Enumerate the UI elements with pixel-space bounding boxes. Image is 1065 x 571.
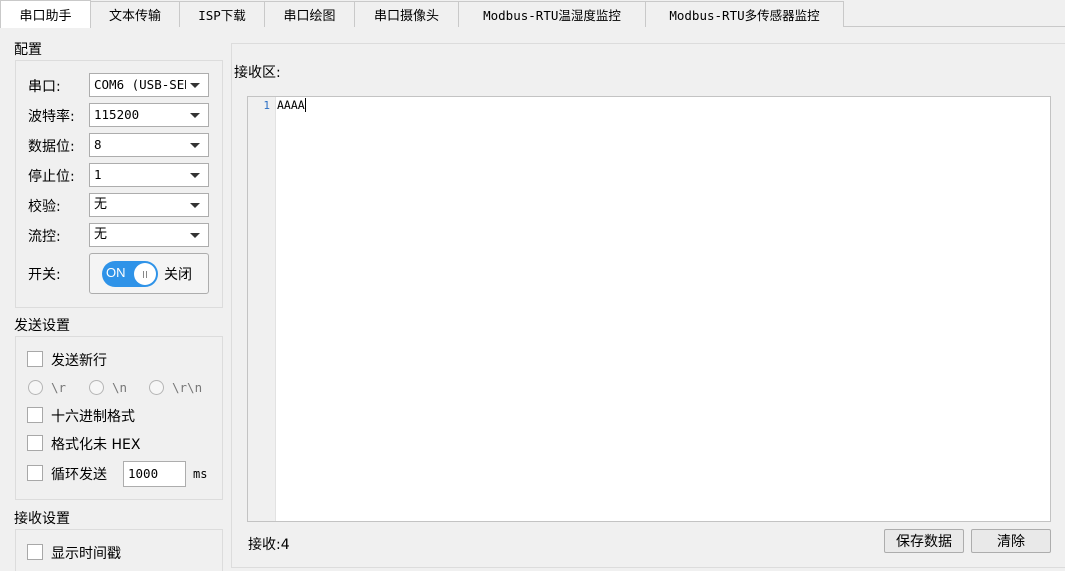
line-number-gutter: 1 xyxy=(248,97,276,521)
parity-value: 无 xyxy=(94,197,108,212)
config-title: 配置 xyxy=(14,42,42,58)
receive-count: 接收:4 xyxy=(248,537,290,553)
timestamp-checkbox[interactable] xyxy=(27,544,43,560)
stopbits-value: 1 xyxy=(94,167,102,182)
switch-label: 开关: xyxy=(28,267,61,283)
loop-send-checkbox[interactable] xyxy=(27,465,43,481)
format-hex-checkbox[interactable] xyxy=(27,435,43,451)
switch-off-text: 关闭 xyxy=(164,267,192,283)
hex-send-checkbox[interactable] xyxy=(27,407,43,423)
serial-toggle-button[interactable]: ON 关闭 xyxy=(89,253,209,294)
tab-modbus-multi-sensor[interactable]: Modbus-RTU多传感器监控 xyxy=(645,1,844,27)
format-hex-label[interactable]: 格式化未 HEX xyxy=(51,434,140,454)
tab-bar: 串口助手 文本传输 ISP下载 串口绘图 串口摄像头 Modbus-RTU温湿度… xyxy=(0,0,1065,28)
databits-select[interactable]: 8 xyxy=(89,133,209,157)
chevron-down-icon xyxy=(190,113,200,118)
send-newline-checkbox[interactable] xyxy=(27,351,43,367)
hex-send-label[interactable]: 十六进制格式 xyxy=(51,406,135,426)
radio-crlf[interactable] xyxy=(149,380,164,395)
chevron-down-icon xyxy=(190,203,200,208)
loop-unit-label: ms xyxy=(193,467,208,481)
toggle-switch[interactable]: ON xyxy=(102,261,158,287)
parity-label: 校验: xyxy=(28,199,61,215)
text-caret xyxy=(304,98,306,112)
tab-text-transfer[interactable]: 文本传输 xyxy=(90,1,180,27)
stopbits-label: 停止位: xyxy=(28,169,75,185)
tab-serial-assistant[interactable]: 串口助手 xyxy=(0,0,91,28)
clear-button[interactable]: 清除 xyxy=(971,529,1051,553)
switch-on-text: ON xyxy=(106,265,126,280)
baud-value: 115200 xyxy=(94,107,140,122)
port-value: COM6 (USB-SERIAL CH340) xyxy=(94,77,186,92)
flow-label: 流控: xyxy=(28,229,61,245)
send-settings-title: 发送设置 xyxy=(14,318,70,334)
send-newline-label[interactable]: 发送新行 xyxy=(51,350,107,370)
tab-modbus-temp-humidity[interactable]: Modbus-RTU温湿度监控 xyxy=(458,1,646,27)
receive-title: 接收区: xyxy=(234,65,281,81)
port-select[interactable]: COM6 (USB-SERIAL CH340) xyxy=(89,73,209,97)
databits-value: 8 xyxy=(94,137,102,152)
timestamp-label[interactable]: 显示时间戳 xyxy=(51,543,121,563)
flow-select[interactable]: 无 xyxy=(89,223,209,247)
radio-lf-label[interactable]: \n xyxy=(112,380,127,395)
loop-interval-input[interactable]: 1000 xyxy=(123,461,186,487)
radio-lf[interactable] xyxy=(89,380,104,395)
tab-isp-download[interactable]: ISP下载 xyxy=(179,1,265,27)
parity-select[interactable]: 无 xyxy=(89,193,209,217)
save-data-button[interactable]: 保存数据 xyxy=(884,529,964,553)
chevron-down-icon xyxy=(190,143,200,148)
chevron-down-icon xyxy=(190,83,200,88)
baud-label: 波特率: xyxy=(28,109,75,125)
receive-content: AAAA xyxy=(277,98,305,112)
radio-crlf-label[interactable]: \r\n xyxy=(172,380,202,395)
line-number: 1 xyxy=(263,99,270,112)
radio-cr-label[interactable]: \r xyxy=(51,380,66,395)
baud-select[interactable]: 115200 xyxy=(89,103,209,127)
tab-serial-camera[interactable]: 串口摄像头 xyxy=(354,1,459,27)
port-label: 串口: xyxy=(28,79,61,95)
tab-serial-plot[interactable]: 串口绘图 xyxy=(264,1,355,27)
databits-label: 数据位: xyxy=(28,139,75,155)
loop-send-label[interactable]: 循环发送 xyxy=(51,464,107,484)
radio-cr[interactable] xyxy=(28,380,43,395)
toggle-knob-icon xyxy=(134,263,156,285)
stopbits-select[interactable]: 1 xyxy=(89,163,209,187)
receive-content-line: AAAA xyxy=(277,98,306,112)
flow-value: 无 xyxy=(94,227,108,242)
receive-text-area[interactable]: 1 AAAA xyxy=(247,96,1051,522)
chevron-down-icon xyxy=(190,173,200,178)
chevron-down-icon xyxy=(190,233,200,238)
recv-settings-title: 接收设置 xyxy=(14,511,70,527)
